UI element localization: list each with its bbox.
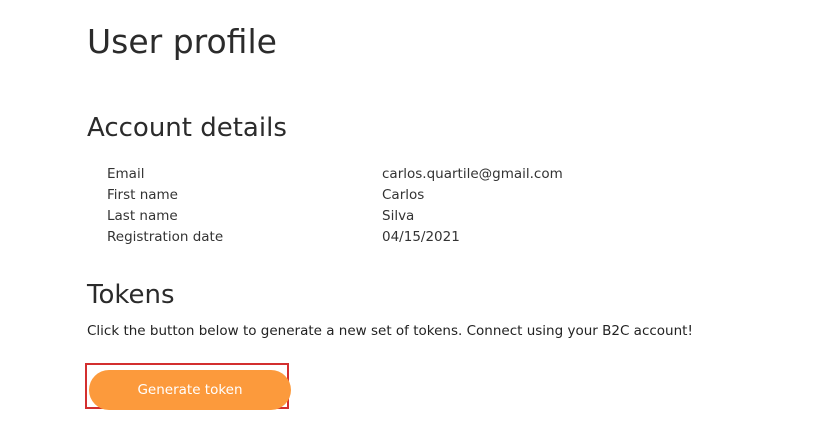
detail-row-first-name: First name Carlos xyxy=(107,185,667,206)
generate-token-button[interactable]: Generate token xyxy=(89,370,291,410)
detail-value: Carlos xyxy=(382,187,425,203)
detail-row-last-name: Last name Silva xyxy=(107,206,667,227)
detail-label: First name xyxy=(107,187,178,203)
detail-value: carlos.quartile@gmail.com xyxy=(382,166,563,182)
detail-value: 04/15/2021 xyxy=(382,229,460,245)
detail-label: Registration date xyxy=(107,229,224,245)
account-details-list: Email carlos.quartile@gmail.com First na… xyxy=(107,164,667,248)
detail-label: Last name xyxy=(107,208,178,224)
button-highlight-box: Generate token xyxy=(85,363,291,410)
detail-row-email: Email carlos.quartile@gmail.com xyxy=(107,164,667,185)
detail-label: Email xyxy=(107,166,145,182)
page-title: User profile xyxy=(87,22,277,61)
tokens-heading: Tokens xyxy=(87,280,175,310)
account-details-heading: Account details xyxy=(87,113,287,143)
tokens-description: Click the button below to generate a new… xyxy=(87,323,693,339)
detail-value: Silva xyxy=(382,208,415,224)
detail-row-registration-date: Registration date 04/15/2021 xyxy=(107,227,667,248)
